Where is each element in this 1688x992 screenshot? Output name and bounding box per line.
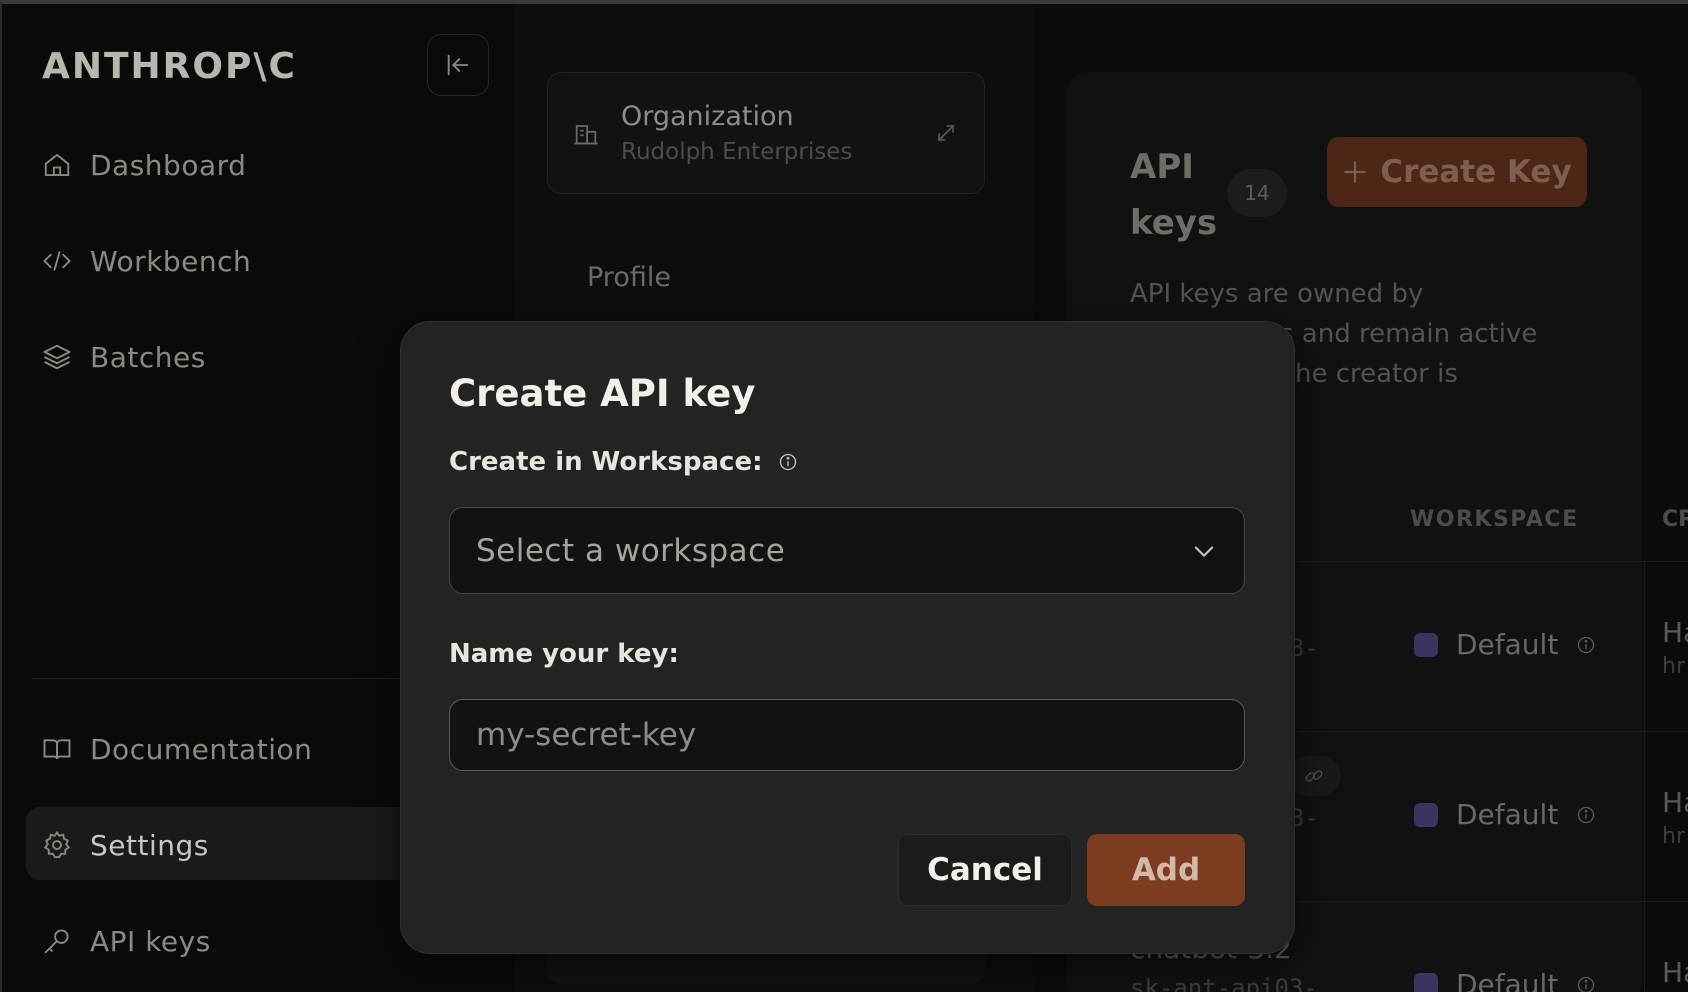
info-icon	[1578, 806, 1595, 823]
organization-switcher[interactable]: Organization Rudolph Enterprises	[547, 72, 985, 194]
key-icon	[44, 929, 69, 954]
sidebar-item-label: API keys	[90, 924, 211, 958]
create-api-key-dialog: Create API key Create in Workspace: Sele…	[400, 321, 1295, 954]
book-icon	[43, 739, 71, 760]
keys-count-badge: 14	[1227, 169, 1287, 217]
workspace-name: Default	[1456, 628, 1559, 661]
code-icon	[43, 251, 71, 271]
collapse-left-icon	[447, 54, 469, 76]
sidebar-item-label: Workbench	[90, 244, 252, 278]
workspace-field-label: Create in Workspace:	[449, 447, 798, 477]
key-name-input[interactable]	[449, 699, 1245, 771]
sidebar-item-dashboard[interactable]: Dashboard	[42, 141, 246, 189]
link-icon	[1305, 770, 1323, 782]
sidebar-item-label: Dashboard	[90, 148, 247, 182]
sidebar-item-api-keys[interactable]: API keys	[42, 917, 211, 965]
organization-label: Organization	[621, 101, 794, 132]
dialog-title: Create API key	[449, 372, 756, 415]
created-by-fragment: Ha	[1662, 616, 1688, 649]
workspace-select-placeholder: Select a workspace	[476, 532, 786, 569]
info-icon[interactable]	[778, 452, 798, 472]
workspace-select[interactable]: Select a workspace	[449, 507, 1245, 594]
building-icon	[574, 125, 598, 145]
collapse-sidebar-button[interactable]	[427, 34, 489, 96]
created-by-fragment: Ha	[1662, 956, 1688, 989]
sidebar-item-label: Batches	[90, 340, 206, 374]
add-button[interactable]: Add	[1087, 834, 1245, 906]
created-by-sub-fragment: hr	[1662, 654, 1685, 679]
info-icon	[1578, 636, 1595, 653]
anthropic-logo: ANTHROP\C	[42, 46, 297, 87]
workspace-name: Default	[1456, 798, 1559, 831]
sidebar-item-workbench[interactable]: Workbench	[42, 237, 251, 285]
settings-link-profile[interactable]: Profile	[587, 262, 671, 293]
description-line: API keys are owned by	[1130, 279, 1424, 309]
workspace-color-swatch	[1414, 802, 1438, 827]
plus-icon	[1344, 161, 1367, 183]
created-by-sub-fragment: hr	[1662, 824, 1685, 849]
app-window: ANTHROP\C Dashboard Workbench Batches Do…	[0, 0, 1688, 992]
sidebar-item-label: Settings	[90, 828, 209, 862]
workspace-color-swatch	[1414, 632, 1438, 657]
link-chip[interactable]	[1287, 756, 1341, 796]
home-icon	[44, 153, 70, 176]
workspace-cell[interactable]: Default	[1414, 968, 1596, 992]
sidebar-item-label: Documentation	[90, 732, 313, 766]
gear-icon	[43, 830, 71, 859]
sidebar-item-documentation[interactable]: Documentation	[42, 725, 312, 773]
column-header-workspace[interactable]: WORKSPACE	[1410, 507, 1579, 532]
expand-icon	[938, 125, 954, 141]
key-id-fragment: sk-ant-api03-	[1130, 974, 1318, 992]
key-name-label: Name your key:	[449, 639, 679, 669]
organization-name: Rudolph Enterprises	[621, 139, 853, 165]
sidebar-item-batches[interactable]: Batches	[42, 333, 206, 381]
page-title: API keys	[1130, 147, 1218, 243]
create-key-label: Create Key	[1380, 154, 1572, 190]
workspace-label-text: Create in Workspace:	[449, 447, 763, 477]
column-header-created[interactable]: CR	[1662, 507, 1688, 532]
workspace-name: Default	[1456, 968, 1559, 992]
table-column-divider	[1644, 559, 1645, 992]
cancel-button[interactable]: Cancel	[898, 834, 1072, 906]
workspace-cell[interactable]: Default	[1414, 798, 1596, 831]
chevron-down-icon	[1194, 545, 1214, 557]
layers-icon	[43, 344, 71, 370]
info-icon	[1578, 976, 1595, 992]
sidebar-item-settings[interactable]: Settings	[42, 821, 209, 869]
workspace-color-swatch	[1414, 972, 1438, 992]
create-key-button[interactable]: Create Key	[1327, 137, 1587, 207]
created-by-fragment: Ha	[1662, 786, 1688, 819]
workspace-cell[interactable]: Default	[1414, 628, 1596, 661]
